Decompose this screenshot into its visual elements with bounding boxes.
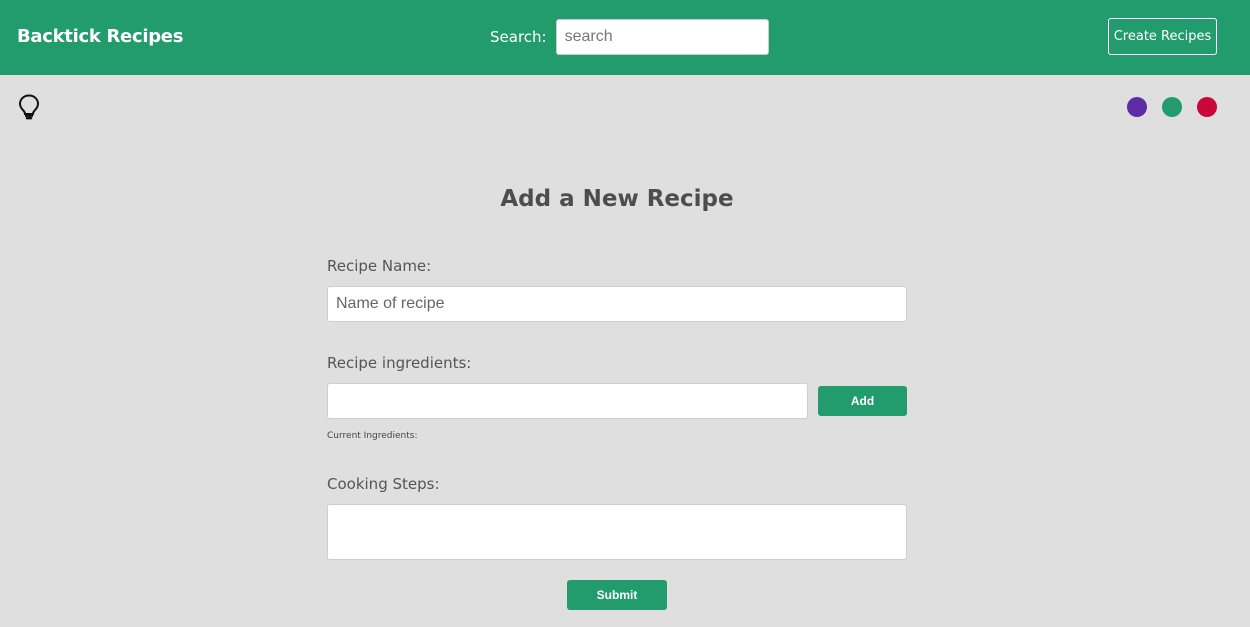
recipe-name-label: Recipe Name:	[327, 257, 432, 275]
recipe-name-input[interactable]	[327, 286, 907, 322]
submit-button[interactable]: Submit	[567, 580, 667, 610]
cooking-steps-textarea[interactable]	[327, 504, 907, 560]
search-input[interactable]	[555, 19, 769, 55]
current-ingredients-label: Current Ingredients:	[327, 431, 418, 441]
create-recipes-button[interactable]: Create Recipes	[1108, 18, 1217, 55]
add-ingredient-button[interactable]: Add	[818, 386, 907, 416]
form-title: Add a New Recipe	[500, 186, 734, 212]
recipe-ingredients-label: Recipe ingredients:	[327, 354, 472, 372]
theme-red-button[interactable]	[1197, 97, 1217, 117]
brand-logo-text[interactable]: Backtick Recipes	[17, 26, 183, 47]
theme-green-button[interactable]	[1162, 97, 1182, 117]
search-area: Search:	[490, 19, 769, 55]
top-navbar: Backtick Recipes Search: Create Recipes	[0, 0, 1250, 75]
lightbulb-icon[interactable]	[18, 94, 40, 120]
ingredient-input[interactable]	[327, 383, 808, 419]
cooking-steps-label: Cooking Steps:	[327, 475, 440, 493]
search-label: Search:	[490, 28, 547, 46]
theme-purple-button[interactable]	[1127, 97, 1147, 117]
